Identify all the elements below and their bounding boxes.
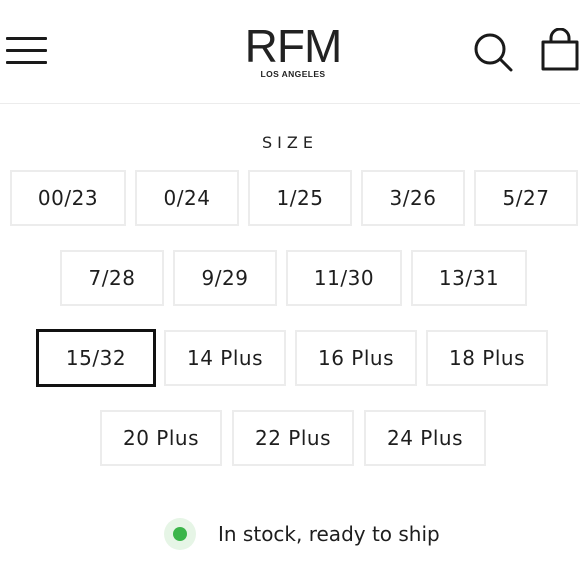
size-option-7-28[interactable]: 7/28 [60, 250, 164, 306]
hamburger-menu-icon [6, 37, 47, 40]
size-option-15-32-selected[interactable]: 15/32 [36, 329, 156, 387]
stock-status: In stock, ready to ship [164, 515, 440, 553]
in-stock-indicator [164, 518, 196, 550]
in-stock-dot-icon [173, 527, 187, 541]
shopping-bag-icon [541, 27, 579, 71]
size-option-24-plus[interactable]: 24 Plus [364, 410, 486, 466]
size-option-0-24[interactable]: 0/24 [135, 170, 239, 226]
size-label: SIZE [262, 133, 318, 152]
size-option-1-25[interactable]: 1/25 [248, 170, 352, 226]
size-option-11-30[interactable]: 11/30 [286, 250, 402, 306]
cart-button[interactable] [540, 27, 580, 72]
logo-wordmark: RFM [244, 20, 343, 72]
site-header: RFM LOS ANGELES [0, 0, 580, 104]
size-option-20-plus[interactable]: 20 Plus [100, 410, 222, 466]
hamburger-menu-icon-bar [6, 61, 47, 64]
size-option-22-plus[interactable]: 22 Plus [232, 410, 354, 466]
hamburger-menu-icon-bar [6, 49, 47, 52]
size-option-14-plus[interactable]: 14 Plus [164, 330, 286, 386]
menu-button[interactable] [6, 33, 48, 67]
size-option-13-31[interactable]: 13/31 [411, 250, 527, 306]
size-option-5-27[interactable]: 5/27 [474, 170, 578, 226]
size-option-00-23[interactable]: 00/23 [10, 170, 126, 226]
size-option-9-29[interactable]: 9/29 [173, 250, 277, 306]
search-icon [474, 33, 513, 72]
size-option-16-plus[interactable]: 16 Plus [295, 330, 417, 386]
search-button[interactable] [472, 31, 514, 73]
size-option-18-plus[interactable]: 18 Plus [426, 330, 548, 386]
brand-logo[interactable]: RFM LOS ANGELES [238, 20, 348, 80]
stock-status-text: In stock, ready to ship [218, 522, 440, 546]
size-option-3-26[interactable]: 3/26 [361, 170, 465, 226]
